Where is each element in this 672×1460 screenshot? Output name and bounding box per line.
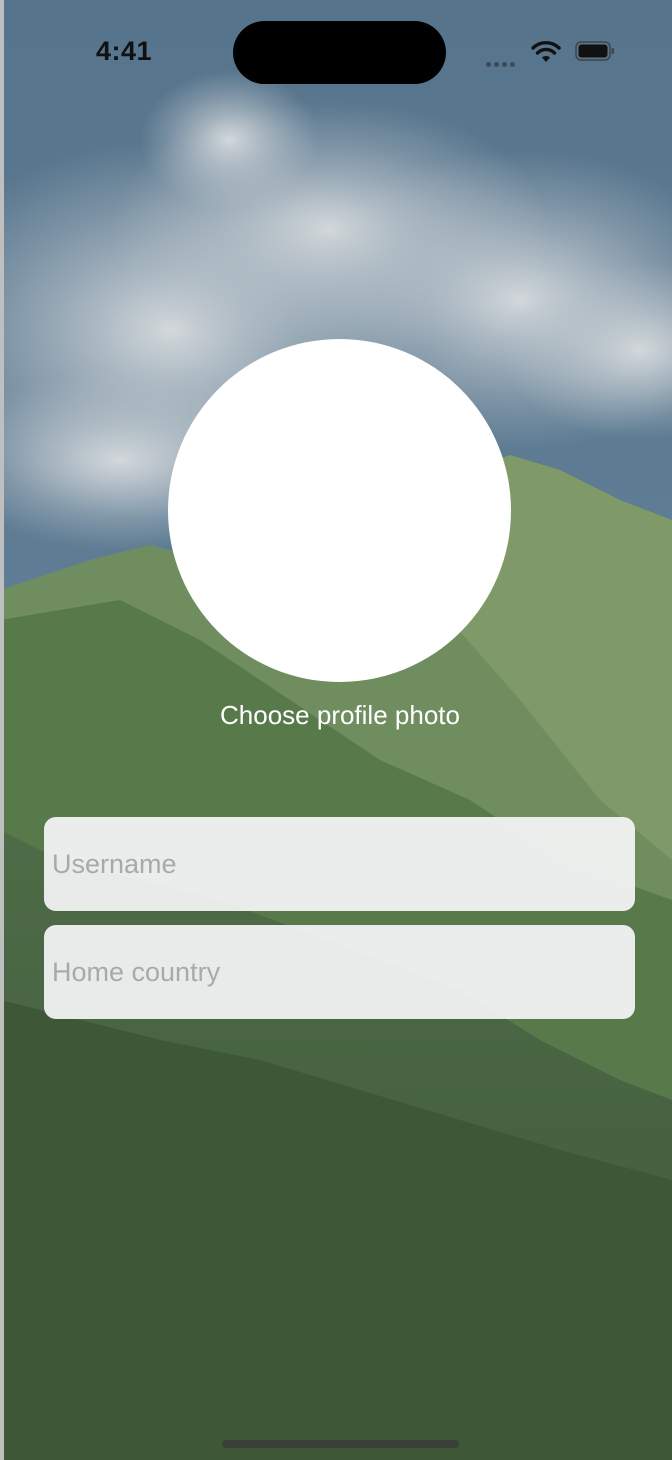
choose-profile-photo-label[interactable]: Choose profile photo <box>0 700 672 731</box>
wifi-icon <box>531 41 561 62</box>
signup-screen: 4:41 Choose profile photo <box>0 0 672 1460</box>
cellular-signal-icon <box>486 54 518 72</box>
home-indicator[interactable] <box>222 1440 459 1448</box>
username-field[interactable] <box>44 817 635 911</box>
home-country-field[interactable] <box>44 925 635 1019</box>
status-time: 4:41 <box>96 36 153 66</box>
profile-photo-button[interactable] <box>168 339 511 682</box>
dynamic-island <box>233 21 446 84</box>
battery-icon <box>575 41 614 61</box>
status-bar: 4:41 <box>0 0 672 100</box>
